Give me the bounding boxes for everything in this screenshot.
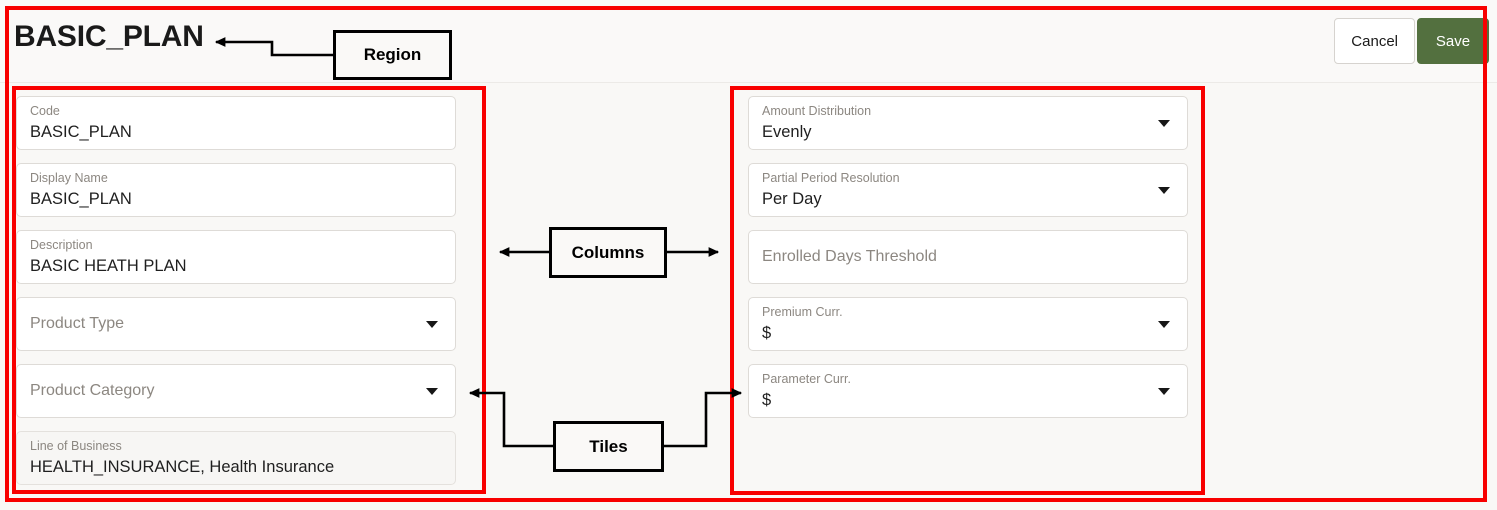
field-value: Per Day	[762, 190, 822, 208]
field-code[interactable]: Code BASIC_PLAN	[16, 96, 456, 150]
left-column: Code BASIC_PLAN Display Name BASIC_PLAN …	[16, 96, 456, 498]
field-value: BASIC_PLAN	[30, 123, 132, 141]
chevron-down-icon[interactable]	[1158, 388, 1170, 395]
field-value: BASIC_PLAN	[30, 190, 132, 208]
header-actions: Cancel Save	[1334, 18, 1489, 64]
field-line-of-business: Line of Business HEALTH_INSURANCE, Healt…	[16, 431, 456, 485]
field-value: $	[762, 391, 772, 409]
cancel-button[interactable]: Cancel	[1334, 18, 1415, 64]
field-value: BASIC HEATH PLAN	[30, 257, 187, 275]
field-value: $	[762, 324, 772, 342]
field-label: Amount Distribution	[762, 104, 872, 118]
field-label: Parameter Curr.	[762, 372, 851, 386]
field-label: Premium Curr.	[762, 305, 843, 319]
save-button[interactable]: Save	[1417, 18, 1489, 64]
screenshot-root: BASIC_PLAN Cancel Save Code BASIC_PLAN D…	[0, 0, 1497, 510]
field-label: Description	[30, 238, 93, 252]
field-placeholder: Product Category	[30, 382, 155, 399]
page-title: BASIC_PLAN	[14, 20, 204, 53]
field-description[interactable]: Description BASIC HEATH PLAN	[16, 230, 456, 284]
field-product-category[interactable]: Product Category	[16, 364, 456, 418]
field-product-type[interactable]: Product Type	[16, 297, 456, 351]
field-value: HEALTH_INSURANCE, Health Insurance	[30, 458, 335, 476]
field-placeholder: Product Type	[30, 315, 124, 332]
app-surface: BASIC_PLAN Cancel Save Code BASIC_PLAN D…	[0, 0, 1497, 510]
field-label: Partial Period Resolution	[762, 171, 900, 185]
field-value: Evenly	[762, 123, 812, 141]
chevron-down-icon[interactable]	[1158, 321, 1170, 328]
field-placeholder: Enrolled Days Threshold	[762, 248, 937, 265]
field-partial-period-resolution[interactable]: Partial Period Resolution Per Day	[748, 163, 1188, 217]
right-column: Amount Distribution Evenly Partial Perio…	[748, 96, 1188, 431]
field-label: Display Name	[30, 171, 108, 185]
page-header: BASIC_PLAN Cancel Save	[0, 0, 1497, 83]
field-label: Code	[30, 104, 60, 118]
chevron-down-icon[interactable]	[426, 388, 438, 395]
chevron-down-icon[interactable]	[426, 321, 438, 328]
field-label: Line of Business	[30, 439, 122, 453]
field-parameter-currency[interactable]: Parameter Curr. $	[748, 364, 1188, 418]
field-display-name[interactable]: Display Name BASIC_PLAN	[16, 163, 456, 217]
field-premium-currency[interactable]: Premium Curr. $	[748, 297, 1188, 351]
chevron-down-icon[interactable]	[1158, 120, 1170, 127]
chevron-down-icon[interactable]	[1158, 187, 1170, 194]
field-amount-distribution[interactable]: Amount Distribution Evenly	[748, 96, 1188, 150]
field-enrolled-days-threshold[interactable]: Enrolled Days Threshold	[748, 230, 1188, 284]
